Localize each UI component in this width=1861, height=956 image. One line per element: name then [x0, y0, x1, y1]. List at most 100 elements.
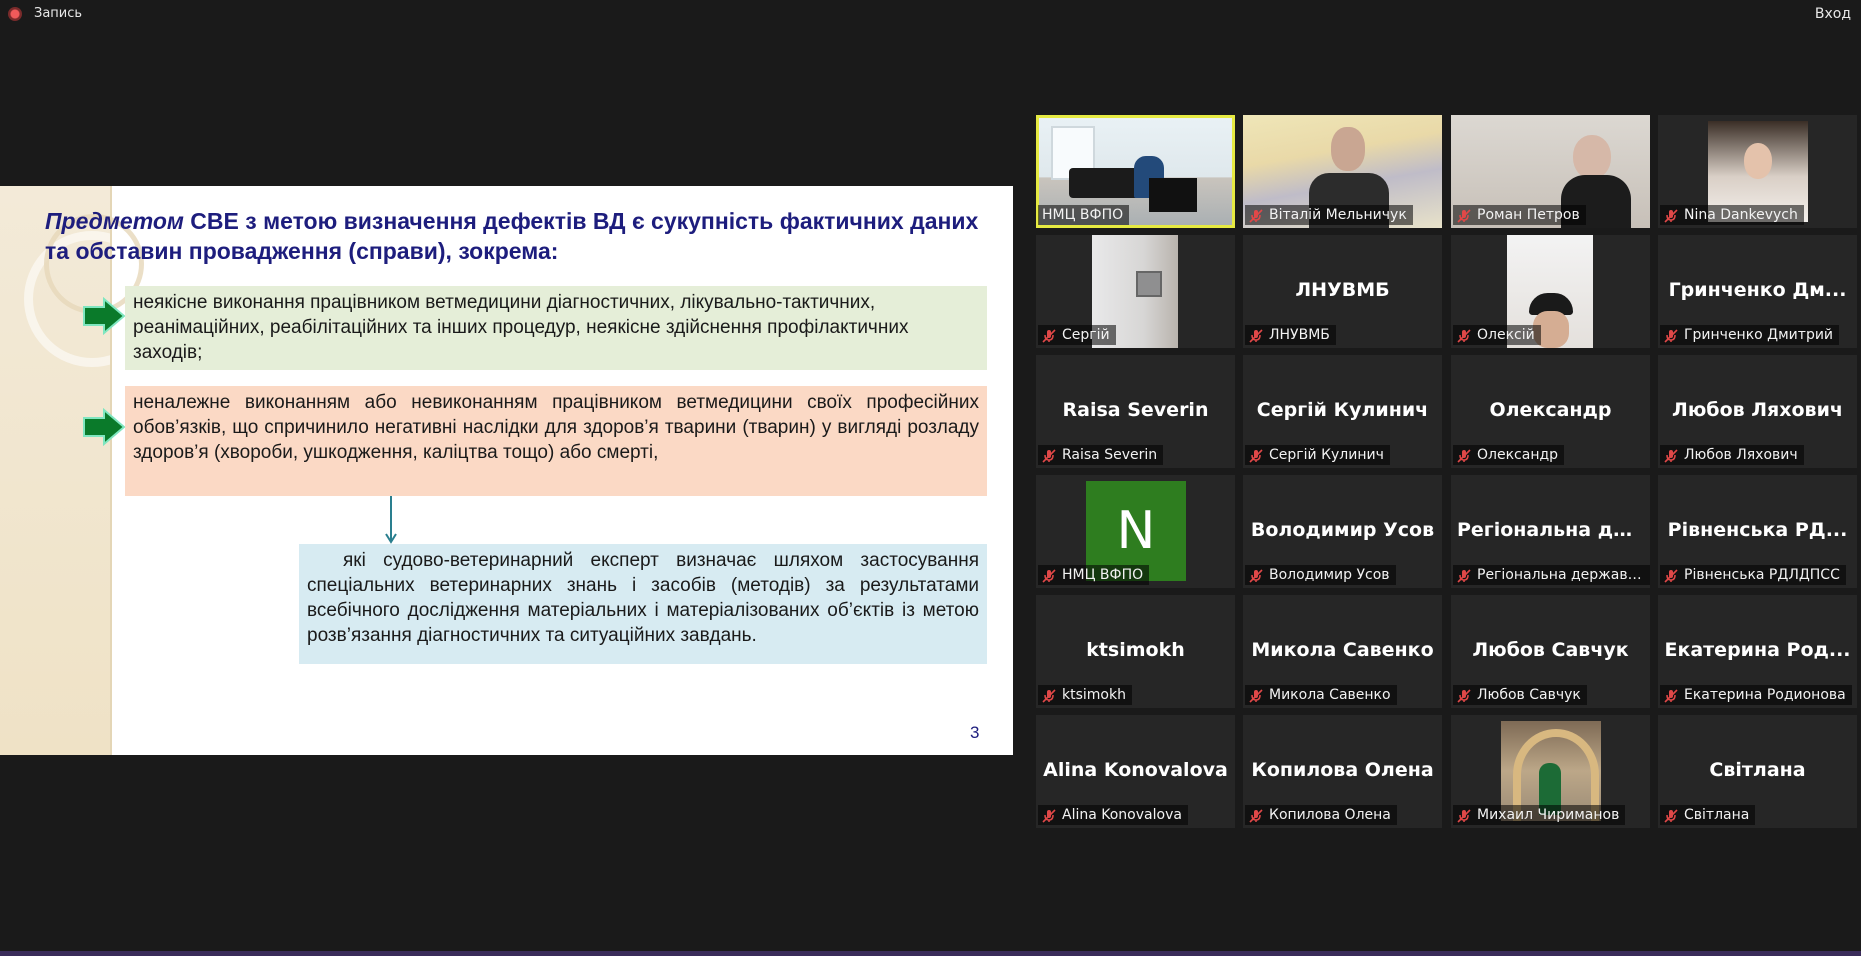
- participant-display-name: Микола Савенко: [1251, 639, 1434, 661]
- participant-name-tag: Михаил Чириманов: [1453, 805, 1626, 825]
- participant-name: Олександр: [1477, 447, 1559, 463]
- participant-display-name: Любов Савчук: [1472, 639, 1629, 661]
- participant-tile[interactable]: Світлана Світлана: [1658, 715, 1857, 828]
- participant-display-name: Екатерина Род...: [1664, 639, 1851, 661]
- participant-name: НМЦ ВФПО: [1062, 567, 1144, 583]
- participant-name-tag: Raisa Severin: [1038, 445, 1164, 465]
- participant-name-tag: Сергій: [1038, 325, 1116, 345]
- mic-muted-icon: [1664, 328, 1678, 343]
- recording-icon: [8, 7, 22, 21]
- mic-muted-icon: [1664, 208, 1678, 223]
- participant-name-tag: Копилова Олена: [1245, 805, 1397, 825]
- participant-name: Михаил Чириманов: [1477, 807, 1620, 823]
- mic-muted-icon: [1042, 688, 1056, 703]
- exit-button[interactable]: Вход: [1815, 6, 1851, 22]
- participant-name: Володимир Усов: [1269, 567, 1390, 583]
- participant-name-tag: Микола Савенко: [1245, 685, 1397, 705]
- participant-name-tag: Рівненська РДЛДПСС: [1660, 565, 1846, 585]
- mic-muted-icon: [1249, 808, 1263, 823]
- participant-name-tag: НМЦ ВФПО: [1038, 205, 1130, 225]
- participant-name: Регіональна державн...: [1477, 567, 1647, 583]
- participant-tile[interactable]: Сергій: [1036, 235, 1235, 348]
- slide-title-emphasis: Предметом: [45, 208, 184, 234]
- participant-name-tag: Екатерина Родионова: [1660, 685, 1852, 705]
- participant-name: Віталій Мельничук: [1269, 207, 1407, 223]
- mic-muted-icon: [1664, 448, 1678, 463]
- participant-tile[interactable]: Alina Konovalova Alina Konovalova: [1036, 715, 1235, 828]
- participant-display-name: Копилова Олена: [1251, 759, 1434, 781]
- participant-tile[interactable]: ЛНУВМБ ЛНУВМБ: [1243, 235, 1442, 348]
- participant-name-tag: ЛНУВМБ: [1245, 325, 1336, 345]
- participant-name-tag: НМЦ ВФПО: [1038, 565, 1150, 585]
- slide-item-3: які судово-ветеринарний експерт визначає…: [299, 544, 987, 664]
- participant-display-name: Рівненська РД...: [1667, 519, 1848, 541]
- participant-tile[interactable]: Регіональна де... Регіональна державн...: [1451, 475, 1650, 588]
- participant-tile[interactable]: Микола Савенко Микола Савенко: [1243, 595, 1442, 708]
- mic-muted-icon: [1664, 688, 1678, 703]
- participant-name-tag: Nina Dankevych: [1660, 205, 1804, 225]
- participant-tile[interactable]: Гринченко Дм... Гринченко Дмитрий: [1658, 235, 1857, 348]
- participant-display-name: ЛНУВМБ: [1295, 279, 1390, 301]
- participant-name: Raisa Severin: [1062, 447, 1158, 463]
- participant-name: Рівненська РДЛДПСС: [1684, 567, 1840, 583]
- participant-name: Сергій Кулинич: [1269, 447, 1384, 463]
- mic-muted-icon: [1664, 568, 1678, 583]
- participant-tile[interactable]: Копилова Олена Копилова Олена: [1243, 715, 1442, 828]
- mic-muted-icon: [1042, 448, 1056, 463]
- participant-name: Микола Савенко: [1269, 687, 1391, 703]
- participant-tile[interactable]: Олександр Олександр: [1451, 355, 1650, 468]
- participant-tile[interactable]: Любов Савчук Любов Савчук: [1451, 595, 1650, 708]
- mic-muted-icon: [1249, 568, 1263, 583]
- participant-name: Світлана: [1684, 807, 1750, 823]
- participant-name-tag: Alina Konovalova: [1038, 805, 1188, 825]
- participant-name: Копилова Олена: [1269, 807, 1391, 823]
- participant-name: Любов Ляхович: [1684, 447, 1798, 463]
- participant-name-tag: ktsimokh: [1038, 685, 1132, 705]
- participant-tile[interactable]: Екатерина Род... Екатерина Родионова: [1658, 595, 1857, 708]
- participant-display-name: Сергій Кулинич: [1256, 399, 1429, 421]
- participant-tile[interactable]: ktsimokh ktsimokh: [1036, 595, 1235, 708]
- participant-name: Любов Савчук: [1477, 687, 1581, 703]
- slide-title: Предметом СВЕ з метою визначення дефекті…: [45, 206, 995, 266]
- mic-muted-icon: [1457, 808, 1471, 823]
- participant-tile[interactable]: Nina Dankevych: [1658, 115, 1857, 228]
- participant-tile[interactable]: Володимир Усов Володимир Усов: [1243, 475, 1442, 588]
- slide-item-2: неналежне виконанням або невиконанням пр…: [125, 386, 987, 496]
- participant-name: НМЦ ВФПО: [1042, 207, 1124, 223]
- participant-tile[interactable]: Сергій Кулинич Сергій Кулинич: [1243, 355, 1442, 468]
- participant-tile[interactable]: N НМЦ ВФПО: [1036, 475, 1235, 588]
- mic-muted-icon: [1457, 688, 1471, 703]
- participant-display-name: Володимир Усов: [1250, 519, 1435, 541]
- participant-tile[interactable]: Олексій: [1451, 235, 1650, 348]
- participant-display-name: Регіональна де...: [1457, 519, 1648, 541]
- mic-muted-icon: [1457, 568, 1471, 583]
- participant-tile[interactable]: Михаил Чириманов: [1451, 715, 1650, 828]
- participant-name-tag: Олексій: [1453, 325, 1541, 345]
- participant-name-tag: Володимир Усов: [1245, 565, 1396, 585]
- mic-muted-icon: [1042, 808, 1056, 823]
- arrow-right-icon: [83, 297, 126, 335]
- participant-name: Екатерина Родионова: [1684, 687, 1846, 703]
- slide-decoration: [0, 186, 160, 755]
- participant-name-tag: Любов Савчук: [1453, 685, 1587, 705]
- mic-muted-icon: [1249, 688, 1263, 703]
- mic-muted-icon: [1042, 568, 1056, 583]
- participant-tile[interactable]: Рівненська РД... Рівненська РДЛДПСС: [1658, 475, 1857, 588]
- participant-tile[interactable]: Роман Петров: [1451, 115, 1650, 228]
- participant-display-name: Світлана: [1709, 759, 1806, 781]
- bottom-strip: [0, 951, 1861, 956]
- participant-tile[interactable]: НМЦ ВФПО: [1036, 115, 1235, 228]
- participant-display-name: Любов Ляхович: [1672, 399, 1843, 421]
- participant-display-name: Raisa Severin: [1062, 399, 1209, 421]
- mic-muted-icon: [1664, 808, 1678, 823]
- participant-name-tag: Любов Ляхович: [1660, 445, 1804, 465]
- participant-name: Олексій: [1477, 327, 1535, 343]
- participant-tile[interactable]: Віталій Мельничук: [1243, 115, 1442, 228]
- participant-tile[interactable]: Raisa Severin Raisa Severin: [1036, 355, 1235, 468]
- participant-name: Nina Dankevych: [1684, 207, 1798, 223]
- participant-name: Alina Konovalova: [1062, 807, 1182, 823]
- participant-name: ktsimokh: [1062, 687, 1126, 703]
- recording-label: Запись: [34, 6, 83, 21]
- participant-tile[interactable]: Любов Ляхович Любов Ляхович: [1658, 355, 1857, 468]
- participant-display-name: Гринченко Дм...: [1668, 279, 1847, 301]
